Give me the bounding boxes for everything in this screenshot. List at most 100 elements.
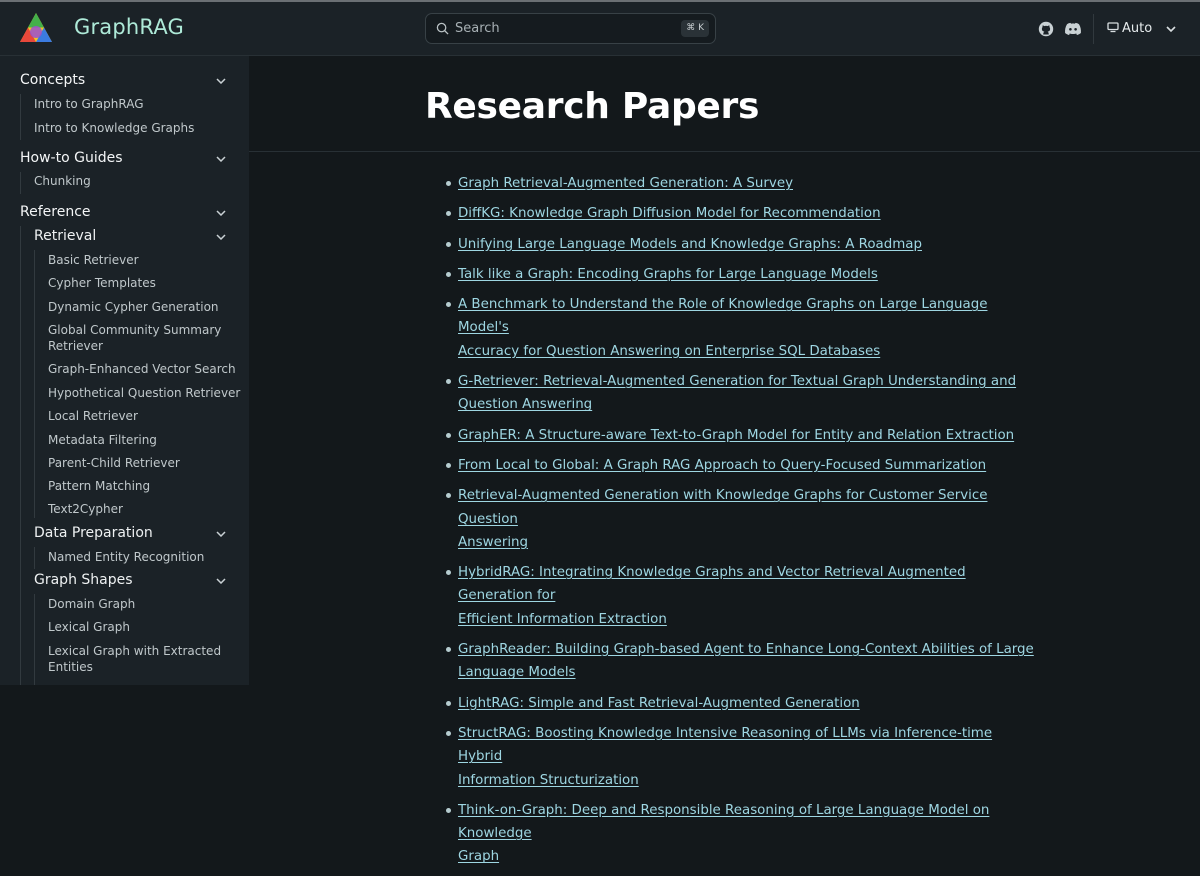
paper-list-item: HybridRAG: Integrating Knowledge Graphs … — [440, 561, 1040, 631]
top-header: GraphRAG Search ⌘ K Auto — [0, 2, 1200, 56]
sidebar-item-lexical-graph-extracted-cont[interactable]: Entities — [48, 660, 93, 674]
paper-title-line: Graph Retrieval-Augmented Generation: A … — [458, 176, 794, 191]
sidebar-item-intro-knowledge-graphs[interactable]: Intro to Knowledge Graphs — [34, 121, 194, 135]
paper-link[interactable]: DiffKG: Knowledge Graph Diffusion Model … — [458, 206, 881, 221]
sidebar-tree-line — [34, 250, 35, 518]
sidebar-item-global-community-summary-cont[interactable]: Retriever — [48, 339, 103, 353]
sidebar-item-text2cypher[interactable]: Text2Cypher — [48, 502, 123, 516]
chevron-down-icon[interactable] — [216, 210, 226, 216]
paper-list-item: StructRAG: Boosting Knowledge Intensive … — [440, 722, 1040, 792]
chevron-down-icon[interactable] — [1165, 25, 1177, 33]
paper-list-item: From Local to Global: A Graph RAG Approa… — [440, 454, 1040, 477]
paper-title-line: Unifying Large Language Models and Knowl… — [458, 236, 922, 252]
search-shortcut-badge: ⌘ K — [681, 20, 709, 37]
theme-toggle[interactable]: Auto — [1107, 21, 1152, 36]
header-separator — [1093, 14, 1094, 44]
paper-list-item: GraphReader: Building Graph-based Agent … — [440, 638, 1040, 685]
chevron-down-icon[interactable] — [216, 578, 226, 584]
sidebar-item-hypothetical-question[interactable]: Hypothetical Question Retriever — [48, 386, 240, 400]
paper-list-item: Graph Retrieval-Augmented Generation: A … — [440, 172, 1040, 195]
paper-list-item: A Benchmark to Understand the Role of Kn… — [440, 293, 1040, 363]
sidebar-subsection-graph-shapes[interactable]: Graph Shapes — [34, 572, 133, 588]
paper-link[interactable]: StructRAG: Boosting Knowledge Intensive … — [458, 726, 992, 788]
brand-name[interactable]: GraphRAG — [74, 15, 184, 39]
sidebar-section-reference[interactable]: Reference — [20, 204, 91, 220]
sidebar-item-cypher-templates[interactable]: Cypher Templates — [48, 276, 156, 290]
sidebar-tree-line — [20, 226, 21, 685]
page-title: Research Papers — [425, 86, 760, 127]
paper-title-line: Retrieval-Augmented Generation with Know… — [458, 488, 988, 527]
paper-list-item: LightRAG: Simple and Fast Retrieval-Augm… — [440, 692, 1040, 715]
paper-list-item: Think-on-Graph: Deep and Responsible Rea… — [440, 799, 1040, 869]
paper-list-item: Unifying Large Language Models and Knowl… — [440, 233, 1040, 256]
sidebar-item-lexical-graph-extracted[interactable]: Lexical Graph with Extracted — [48, 644, 221, 658]
sidebar-subsection-retrieval[interactable]: Retrieval — [34, 228, 96, 244]
paper-title-line: GraphER: A Structure-aware Text-to-Graph… — [458, 427, 1015, 443]
paper-title-line: From Local to Global: A Graph RAG Approa… — [458, 457, 987, 473]
chevron-down-icon[interactable] — [216, 531, 226, 537]
paper-link[interactable]: LightRAG: Simple and Fast Retrieval-Augm… — [458, 696, 860, 711]
github-icon[interactable] — [1038, 21, 1054, 37]
discord-icon[interactable] — [1064, 21, 1082, 37]
paper-title-line: Think-on-Graph: Deep and Responsible Rea… — [458, 802, 990, 842]
paper-title-line: Graph — [458, 849, 500, 865]
chevron-down-icon[interactable] — [216, 234, 226, 240]
paper-list-item: Talk like a Graph: Encoding Graphs for L… — [440, 263, 1040, 286]
paper-title-line: A Benchmark to Understand the Role of Kn… — [458, 297, 988, 336]
paper-title-line: Efficient Information Extraction — [458, 611, 667, 627]
sidebar-subsection-data-preparation[interactable]: Data Preparation — [34, 525, 153, 541]
graphrag-logo-icon[interactable] — [18, 11, 54, 45]
sidebar-tree-line — [20, 94, 21, 140]
paper-link[interactable]: Graph Retrieval-Augmented Generation: A … — [458, 176, 793, 191]
theme-label: Auto — [1122, 21, 1153, 36]
sidebar-item-metadata-filtering[interactable]: Metadata Filtering — [48, 433, 157, 447]
sidebar-item-graph-enhanced-vector[interactable]: Graph-Enhanced Vector Search — [48, 362, 236, 376]
paper-link[interactable]: Retrieval-Augmented Generation with Know… — [458, 488, 987, 550]
search-placeholder: Search — [455, 21, 500, 36]
paper-title-line: Information Structurization — [458, 772, 639, 788]
paper-link[interactable]: Think-on-Graph: Deep and Responsible Rea… — [458, 803, 989, 865]
paper-link[interactable]: Talk like a Graph: Encoding Graphs for L… — [458, 267, 878, 282]
sidebar-item-named-entity-recognition[interactable]: Named Entity Recognition — [48, 550, 204, 564]
sidebar-tree-line — [20, 172, 21, 194]
sidebar-item-pattern-matching[interactable]: Pattern Matching — [48, 479, 150, 493]
chevron-down-icon[interactable] — [216, 156, 226, 162]
search-icon — [436, 22, 449, 35]
sidebar-item-basic-retriever[interactable]: Basic Retriever — [48, 253, 139, 267]
paper-title-line: Answering — [458, 534, 529, 550]
paper-link[interactable]: From Local to Global: A Graph RAG Approa… — [458, 458, 986, 473]
paper-list-item: G-Retriever: Retrieval-Augmented Generat… — [440, 370, 1040, 417]
monitor-icon — [1107, 22, 1119, 33]
paper-link[interactable]: GraphER: A Structure-aware Text-to-Graph… — [458, 428, 1014, 443]
search-box[interactable]: Search ⌘ K — [425, 13, 716, 44]
sidebar-tree-line — [34, 547, 35, 569]
paper-list: Graph Retrieval-Augmented Generation: A … — [440, 172, 1040, 876]
sidebar-item-chunking[interactable]: Chunking — [34, 174, 91, 188]
sidebar-item-intro-graphrag[interactable]: Intro to GraphRAG — [34, 97, 144, 111]
paper-link[interactable]: A Benchmark to Understand the Role of Kn… — [458, 297, 987, 359]
sidebar-item-parent-child[interactable]: Parent-Child Retriever — [48, 456, 180, 470]
sidebar-nav: Concepts Intro to GraphRAG Intro to Know… — [0, 56, 249, 685]
sidebar-item-dynamic-cypher[interactable]: Dynamic Cypher Generation — [48, 300, 219, 314]
paper-link[interactable]: G-Retriever: Retrieval-Augmented Generat… — [458, 374, 1016, 412]
paper-link[interactable]: Unifying Large Language Models and Knowl… — [458, 237, 922, 252]
sidebar-item-domain-graph[interactable]: Domain Graph — [48, 597, 135, 611]
paper-title-line: DiffKG: Knowledge Graph Diffusion Model … — [458, 206, 881, 222]
chevron-down-icon[interactable] — [216, 78, 226, 84]
sidebar-item-local-retriever[interactable]: Local Retriever — [48, 409, 138, 423]
paper-list-item: DiffKG: Knowledge Graph Diffusion Model … — [440, 202, 1040, 225]
sidebar-item-lexical-graph[interactable]: Lexical Graph — [48, 620, 130, 634]
paper-title-line: GraphReader: Building Graph-based Agent … — [458, 642, 1034, 658]
paper-title-line: StructRAG: Boosting Knowledge Intensive … — [458, 725, 993, 765]
sidebar-tree-line — [34, 594, 35, 685]
paper-title-line: Question Answering — [458, 397, 593, 413]
paper-list-item: Retrieval-Augmented Generation with Know… — [440, 484, 1040, 554]
paper-link[interactable]: GraphReader: Building Graph-based Agent … — [458, 642, 1034, 680]
sidebar-section-howto[interactable]: How-to Guides — [20, 150, 123, 166]
paper-title-line: Language Models — [458, 665, 576, 681]
sidebar-section-concepts[interactable]: Concepts — [20, 72, 85, 88]
sidebar-item-global-community-summary[interactable]: Global Community Summary — [48, 323, 221, 337]
paper-link[interactable]: HybridRAG: Integrating Knowledge Graphs … — [458, 565, 966, 627]
paper-title-line: G-Retriever: Retrieval-Augmented Generat… — [458, 374, 1017, 390]
paper-title-line: HybridRAG: Integrating Knowledge Graphs … — [458, 565, 966, 604]
